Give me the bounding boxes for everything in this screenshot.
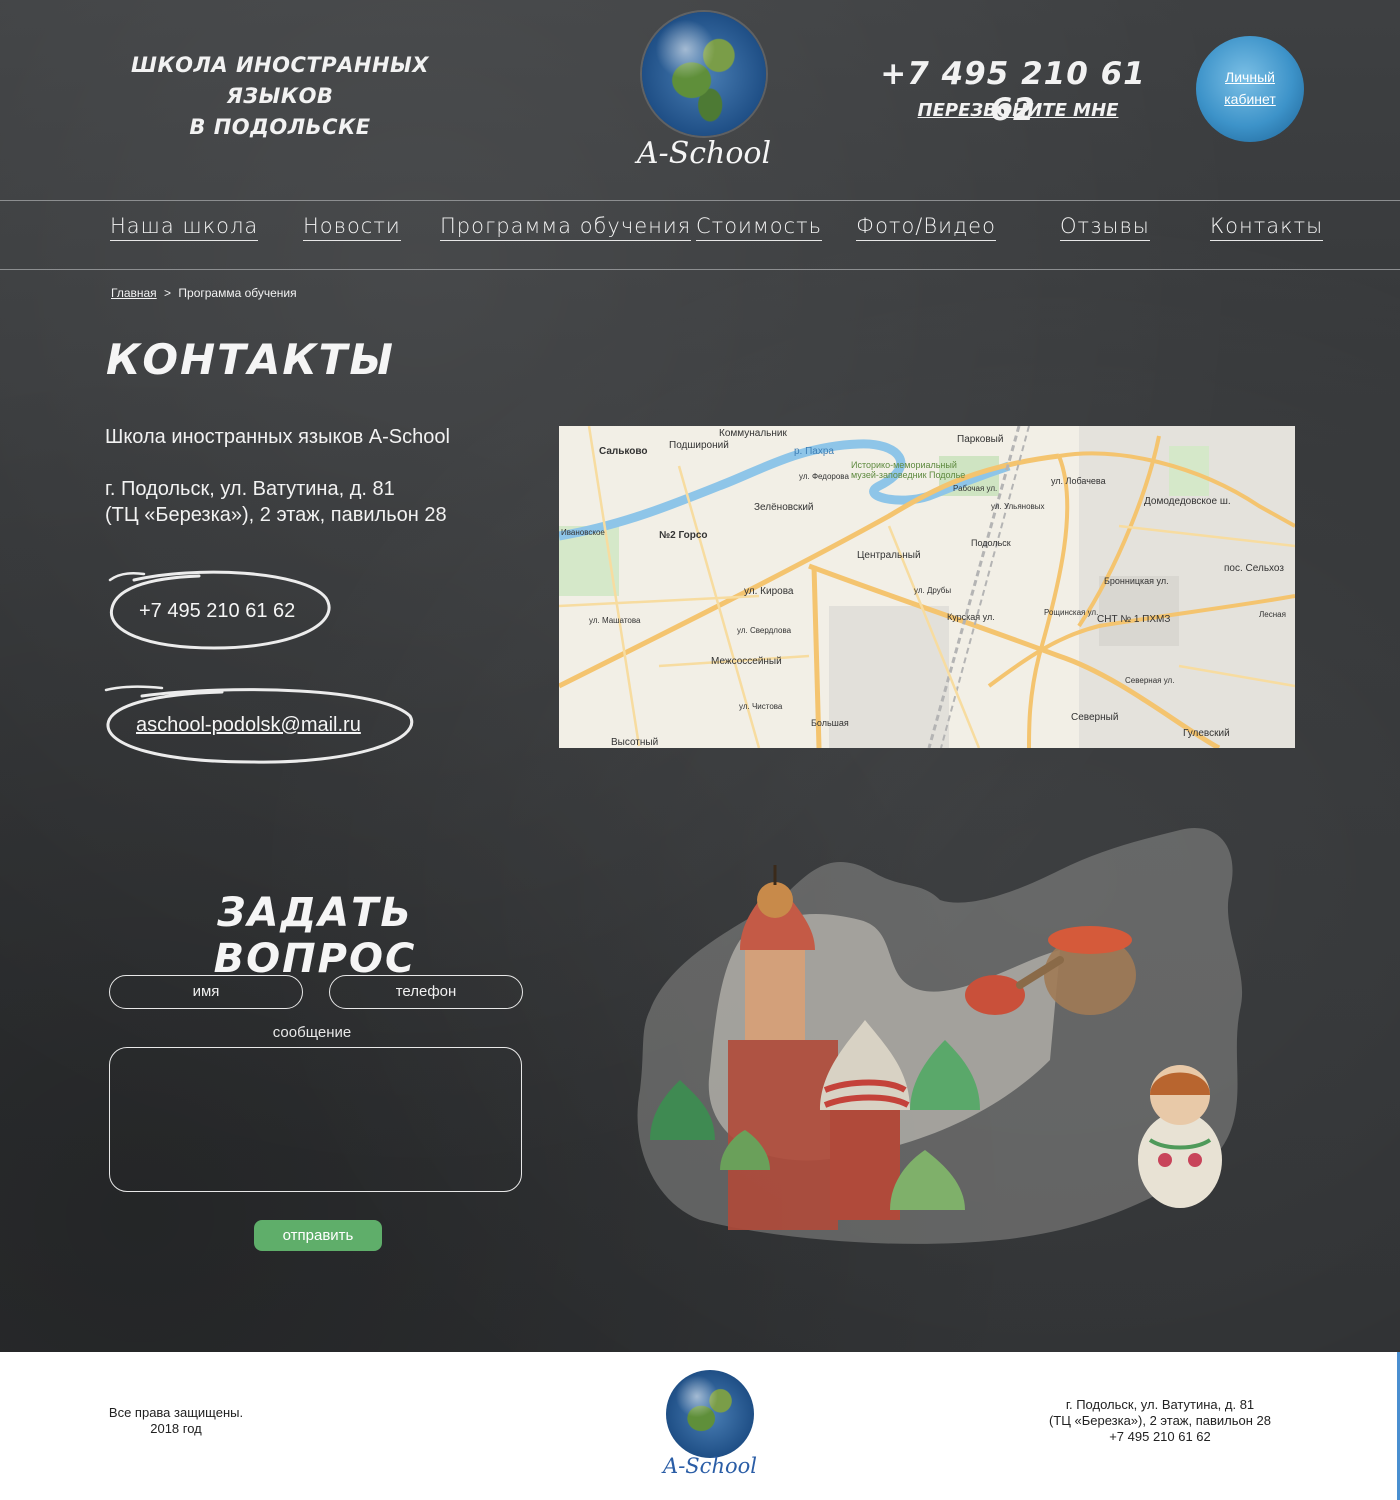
footer-address-line-1: г. Подольск, ул. Ватутина, д. 81 xyxy=(1065,1397,1255,1412)
contact-phone[interactable]: +7 495 210 61 62 xyxy=(139,600,295,623)
contact-email[interactable]: aschool-podolsk@mail.ru xyxy=(136,714,361,737)
personal-cabinet-button[interactable]: Личный кабинет xyxy=(1196,36,1304,142)
map-label: пос. Сельхоз xyxy=(1224,563,1284,574)
nav-item-photo-video[interactable]: Фото/Видео xyxy=(856,214,996,241)
map-label: Рабочая ул. xyxy=(953,484,998,493)
footer-contacts: г. Подольск, ул. Ватутина, д. 81 (ТЦ «Бе… xyxy=(1030,1397,1290,1445)
map-label: Межсоссейный xyxy=(711,656,782,667)
breadcrumb-separator: > xyxy=(164,286,172,300)
contact-info: Школа иностранных языков A-School г. Под… xyxy=(105,424,450,528)
site-tagline: ШКОЛА ИНОСТРАННЫХ ЯЗЫКОВ В ПОДОЛЬСКЕ xyxy=(100,50,460,143)
tagline-line-1: ШКОЛА ИНОСТРАННЫХ ЯЗЫКОВ xyxy=(131,53,429,108)
map-label: ул. Кирова xyxy=(744,586,794,597)
map-label: Сальково xyxy=(599,446,648,457)
footer-phone[interactable]: +7 495 210 61 62 xyxy=(1030,1429,1290,1445)
logo-text: A-School xyxy=(636,136,772,171)
map-label: ул. Чистова xyxy=(739,702,783,711)
globe-icon xyxy=(642,12,766,136)
map-label: Подольск xyxy=(971,538,1011,548)
russia-illustration xyxy=(637,828,1243,1244)
map-label: ул. Машатова xyxy=(589,616,641,625)
nav-item-contacts[interactable]: Контакты xyxy=(1210,214,1324,241)
ask-question-title: ЗАДАТЬ ВОПРОС xyxy=(213,890,417,982)
map-label: Зелёновский xyxy=(754,502,814,513)
nav-item-price[interactable]: Стоимость xyxy=(696,214,823,241)
map-label: ул. Федорова xyxy=(799,472,849,481)
map-label: Рощинская ул. xyxy=(1044,608,1099,617)
footer-rights: Все права защищены. xyxy=(108,1405,244,1420)
submit-button[interactable]: отправить xyxy=(254,1220,382,1251)
map-label: №2 Горсо xyxy=(659,530,708,541)
map-label: Центральный xyxy=(857,550,921,561)
footer-logo[interactable]: A-School xyxy=(662,1370,758,1482)
map-label: СНТ № 1 ПХМЗ xyxy=(1097,614,1171,625)
email-oval[interactable]: aschool-podolsk@mail.ru xyxy=(102,682,420,768)
breadcrumb-home-link[interactable]: Главная xyxy=(111,286,157,300)
map-label: Гулевский xyxy=(1183,728,1230,739)
globe-icon xyxy=(666,1370,754,1458)
map-label: Коммунальник xyxy=(719,428,787,439)
map-label: Курская ул. xyxy=(947,612,995,622)
map-label: Историко-мемориальный xyxy=(851,460,957,470)
tagline-line-2: В ПОДОЛЬСКЕ xyxy=(189,115,371,139)
footer-address-line-2: (ТЦ «Березка»), 2 этаж, павильон 28 xyxy=(1048,1413,1272,1428)
breadcrumb-current: Программа обучения xyxy=(178,286,297,300)
breadcrumb: Главная > Программа обучения xyxy=(111,286,297,300)
footer-logo-text: A-School xyxy=(663,1454,757,1478)
map-label: Высотный xyxy=(611,737,659,748)
map-label: Северный xyxy=(1071,712,1119,723)
map-label: р. Пахра xyxy=(794,446,834,457)
map-label: ул. Лобачева xyxy=(1051,476,1106,486)
map-label: ул. Свердлова xyxy=(737,626,792,635)
nav-item-our-school[interactable]: Наша школа xyxy=(110,214,259,241)
map-label: Ивановское xyxy=(561,528,605,537)
main-navigation: Наша школа Новости Программа обучения Ст… xyxy=(0,200,1400,270)
map-label: Бронницкая ул. xyxy=(1104,576,1169,586)
address-line-2: (ТЦ «Березка»), 2 этаж, павильон 28 xyxy=(105,504,447,526)
cabinet-label-line-2: кабинет xyxy=(1224,91,1276,107)
message-textarea[interactable] xyxy=(109,1047,522,1192)
cabinet-label-line-1: Личный xyxy=(1225,69,1275,85)
nav-item-program[interactable]: Программа обучения xyxy=(440,214,692,241)
map-label: ул. Ульяновых xyxy=(991,502,1045,511)
school-name: Школа иностранных языков A-School xyxy=(105,426,450,448)
footer: Все права защищены. 2018 год A-School г.… xyxy=(0,1352,1400,1500)
callback-link[interactable]: ПЕРЕЗВОНИТЕ МНЕ xyxy=(900,100,1136,121)
map-label: Домодедовское ш. xyxy=(1144,496,1231,507)
footer-copyright: Все права защищены. 2018 год xyxy=(96,1405,256,1437)
map-label: Северная ул. xyxy=(1125,676,1175,685)
nav-item-news[interactable]: Новости xyxy=(303,214,401,241)
page-title: КОНТАКТЫ xyxy=(106,335,395,384)
map-label: ул. Друбы xyxy=(914,586,952,595)
message-label: сообщение xyxy=(272,1024,352,1041)
name-input[interactable]: имя xyxy=(109,975,303,1009)
phone-oval[interactable]: +7 495 210 61 62 xyxy=(104,568,336,654)
map-label: Лесная xyxy=(1259,610,1286,619)
chalkboard-background: ШКОЛА ИНОСТРАННЫХ ЯЗЫКОВ В ПОДОЛЬСКЕ A-S… xyxy=(0,0,1400,1352)
footer-year: 2018 год xyxy=(150,1421,202,1436)
site-logo[interactable]: A-School xyxy=(636,12,772,174)
nav-item-reviews[interactable]: Отзывы xyxy=(1060,214,1150,241)
phone-input[interactable]: телефон xyxy=(329,975,523,1009)
map-label: Большая xyxy=(811,718,849,728)
map-label: Парковый xyxy=(957,434,1004,445)
address-line-1: г. Подольск, ул. Ватутина, д. 81 xyxy=(105,478,395,500)
map-label: музей-заповедник Подолье xyxy=(851,470,966,480)
location-map[interactable]: Коммунальник Сальково Подшироний р. Пахр… xyxy=(559,426,1295,748)
map-label: Подшироний xyxy=(669,440,729,451)
